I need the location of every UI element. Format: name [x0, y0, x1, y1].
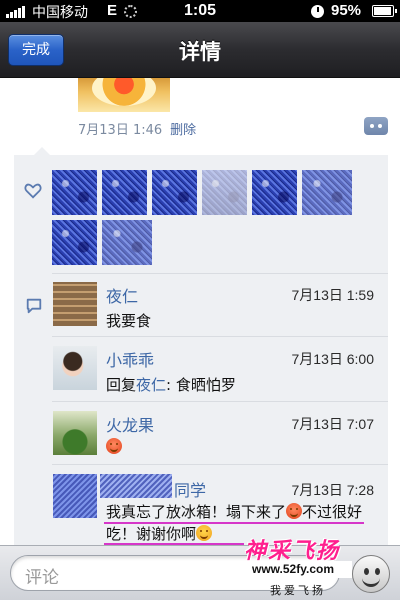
comment-time: 7月13日 7:07	[291, 416, 375, 432]
comment-time: 7月13日 1:59	[291, 287, 375, 303]
more-options-icon[interactable]	[364, 117, 388, 135]
divider	[52, 464, 388, 465]
watermark-subtitle: 我爱飞扬	[270, 584, 326, 597]
post-photo[interactable]	[78, 78, 170, 112]
battery-percentage: 95%	[331, 2, 362, 19]
emoji-icon	[286, 503, 303, 519]
post-meta: 7月13日 1:46 删除	[78, 119, 196, 138]
liker-avatar[interactable]	[252, 170, 297, 215]
reply-body: : 食晒怕罗	[166, 376, 236, 394]
commenter-avatar[interactable]	[53, 411, 97, 455]
liker-avatar[interactable]	[52, 170, 97, 215]
comment-bubble-icon	[26, 298, 42, 314]
comment-text-part1: 我真忘了放冰箱！塌下来了	[106, 503, 287, 521]
liker-avatar[interactable]	[302, 170, 352, 215]
panel-notch	[34, 147, 50, 155]
liker-avatar[interactable]	[102, 170, 147, 215]
comment-time: 7月13日 7:28	[291, 482, 375, 498]
emoji-button-icon[interactable]	[352, 555, 390, 593]
watermark-url: www.52fy.com	[234, 561, 352, 578]
comment-text	[106, 438, 122, 456]
liker-avatar[interactable]	[202, 170, 247, 215]
name-redaction	[100, 474, 172, 498]
battery-icon	[372, 5, 397, 17]
commenter-name[interactable]: 夜仁	[106, 283, 138, 307]
divider	[52, 336, 388, 337]
emoji-icon	[196, 525, 213, 541]
liker-avatar[interactable]	[152, 170, 197, 215]
divider	[52, 273, 388, 274]
emoji-icon	[106, 438, 122, 454]
like-avatars	[52, 170, 352, 270]
alarm-icon	[311, 5, 324, 18]
commenter-name[interactable]: 同学	[174, 477, 206, 501]
delete-link[interactable]: 删除	[170, 123, 196, 138]
comment-text: 回复夜仁: 食晒怕罗	[106, 374, 236, 395]
comment-text: 我要食	[106, 312, 152, 330]
commenter-name[interactable]: 火龙果	[106, 412, 154, 436]
navigation-bar: 完成 详情	[0, 22, 400, 78]
reply-prefix: 回复	[106, 376, 137, 394]
heart-icon	[24, 183, 42, 199]
reply-mention[interactable]: 夜仁	[136, 376, 166, 394]
commenter-name[interactable]: 小乖乖	[106, 347, 154, 371]
post-date: 7月13日 1:46	[78, 123, 163, 138]
highlight-underline	[104, 522, 364, 524]
liker-avatar[interactable]	[52, 220, 97, 265]
liker-avatar[interactable]	[102, 220, 152, 265]
commenter-avatar[interactable]	[53, 346, 97, 390]
comment-time: 7月13日 6:00	[291, 351, 375, 367]
status-bar: 中国移动 E 1:05 95%	[0, 0, 400, 22]
commenter-avatar[interactable]	[53, 282, 97, 326]
divider	[52, 401, 388, 402]
commenter-avatar[interactable]	[53, 474, 97, 518]
page-title: 详情	[179, 40, 221, 64]
